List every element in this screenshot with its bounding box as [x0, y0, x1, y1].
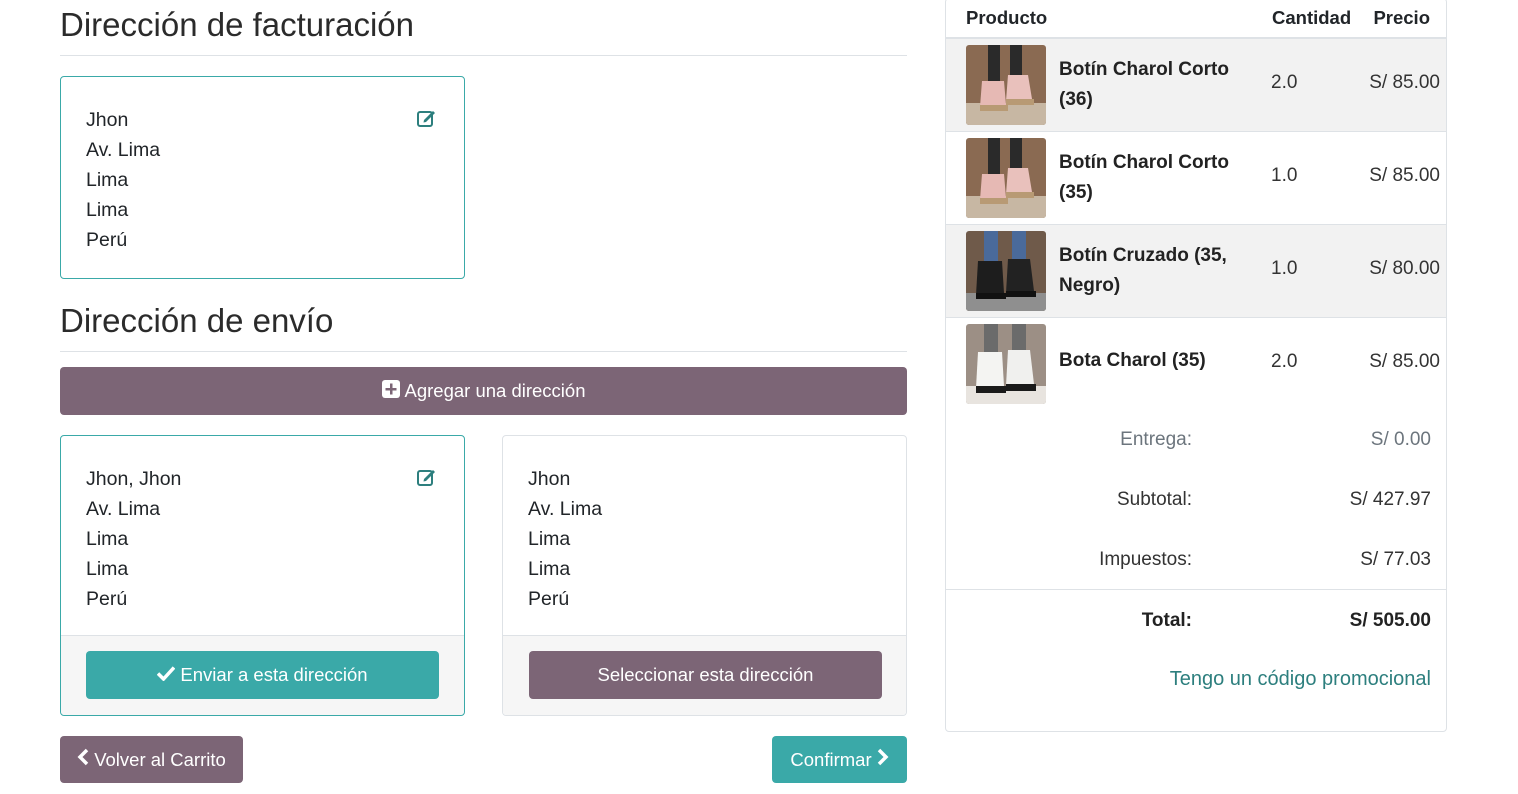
- product-name[interactable]: Bota Charol (35): [1059, 346, 1244, 376]
- product-quantity: 2.0: [1271, 351, 1298, 372]
- billing-title: Dirección de facturación: [60, 8, 907, 56]
- chevron-left-icon: [77, 748, 89, 771]
- address-line: Perú: [528, 588, 570, 610]
- edit-icon[interactable]: [416, 107, 438, 129]
- edit-icon[interactable]: [416, 466, 438, 488]
- product-price: S/ 85.00: [1369, 72, 1440, 93]
- confirm-button[interactable]: Confirmar: [772, 736, 907, 783]
- cart-summary: Producto Cantidad Precio Botín Charol Co…: [945, 0, 1447, 732]
- product-price: S/ 80.00: [1369, 258, 1440, 279]
- total-label: Total:: [1141, 610, 1192, 631]
- confirm-label: Confirmar: [790, 748, 872, 770]
- price-column-header: Precio: [1373, 7, 1430, 28]
- product-column-header: Producto: [966, 7, 1048, 28]
- address-card-footer: Enviar a esta dirección: [61, 635, 464, 715]
- address-line: Av. Lima: [86, 498, 161, 520]
- address-line: Jhon: [86, 109, 129, 131]
- address-line: Jhon, Jhon: [86, 468, 182, 490]
- product-name[interactable]: Botín Charol Corto (36): [1059, 55, 1244, 115]
- plus-square-icon: [381, 379, 400, 403]
- back-to-cart-label: Volver al Carrito: [94, 748, 226, 770]
- add-address-button[interactable]: Agregar una dirección: [60, 367, 907, 415]
- address-card-footer: Seleccionar esta dirección: [503, 635, 906, 715]
- ship-to-this-address-label: Enviar a esta dirección: [180, 664, 368, 685]
- product-price: S/ 85.00: [1369, 351, 1440, 372]
- product-image: [966, 138, 1046, 218]
- address-line: Lima: [86, 199, 129, 221]
- product-image: [966, 45, 1046, 125]
- product-name[interactable]: Botín Charol Corto (35): [1059, 148, 1244, 208]
- shipping-address-card-selected: Jhon, Jhon Av. Lima Lima Lima Perú Envia…: [60, 435, 465, 716]
- cart-item-row: Botín Cruzado (35, Negro) 1.0 S/ 80.00: [946, 225, 1446, 318]
- product-price: S/ 85.00: [1369, 165, 1440, 186]
- address-line: Av. Lima: [86, 139, 161, 161]
- product-image: [966, 324, 1046, 404]
- check-icon: [157, 664, 176, 686]
- subtotal-value: S/ 427.97: [1349, 489, 1431, 510]
- address-line: Lima: [86, 558, 129, 580]
- total-value: S/ 505.00: [1349, 610, 1431, 631]
- taxes-value: S/ 77.03: [1360, 549, 1431, 570]
- product-image: [966, 231, 1046, 311]
- ship-to-this-address-button[interactable]: Enviar a esta dirección: [86, 651, 439, 699]
- address-line: Av. Lima: [528, 498, 603, 520]
- delivery-label: Entrega:: [1120, 429, 1192, 450]
- select-this-address-label: Seleccionar esta dirección: [597, 664, 814, 685]
- shipping-title: Dirección de envío: [60, 304, 907, 352]
- delivery-value: S/ 0.00: [1370, 429, 1431, 450]
- product-quantity: 1.0: [1271, 165, 1298, 186]
- address-line: Perú: [86, 588, 128, 610]
- address-line: Lima: [528, 528, 571, 550]
- back-to-cart-button[interactable]: Volver al Carrito: [60, 736, 243, 783]
- product-quantity: 2.0: [1271, 72, 1298, 93]
- cart-item-row: Botín Charol Corto (36) 2.0 S/ 85.00: [946, 39, 1446, 132]
- chevron-right-icon: [877, 748, 889, 771]
- address-line: Lima: [528, 558, 571, 580]
- promo-code-link[interactable]: Tengo un código promocional: [1170, 668, 1431, 691]
- product-quantity: 1.0: [1271, 258, 1298, 279]
- taxes-label: Impuestos:: [1099, 549, 1192, 570]
- select-this-address-button[interactable]: Seleccionar esta dirección: [529, 651, 882, 699]
- address-line: Jhon: [528, 468, 571, 490]
- shipping-address-card: Jhon Av. Lima Lima Lima Perú Seleccionar…: [502, 435, 907, 716]
- total-divider: [946, 589, 1446, 590]
- cart-item-row: Botín Charol Corto (35) 1.0 S/ 85.00: [946, 132, 1446, 225]
- address-line: Perú: [86, 229, 128, 251]
- cart-item-row: Bota Charol (35) 2.0 S/ 85.00: [946, 318, 1446, 411]
- quantity-column-header: Cantidad: [1272, 7, 1352, 28]
- billing-address-card: Jhon Av. Lima Lima Lima Perú: [60, 76, 465, 279]
- cart-table-header: Producto Cantidad Precio: [946, 0, 1446, 39]
- address-line: Lima: [86, 169, 129, 191]
- add-address-label: Agregar una dirección: [404, 380, 586, 401]
- address-line: Lima: [86, 528, 129, 550]
- product-name[interactable]: Botín Cruzado (35, Negro): [1059, 241, 1244, 301]
- subtotal-label: Subtotal:: [1117, 489, 1192, 510]
